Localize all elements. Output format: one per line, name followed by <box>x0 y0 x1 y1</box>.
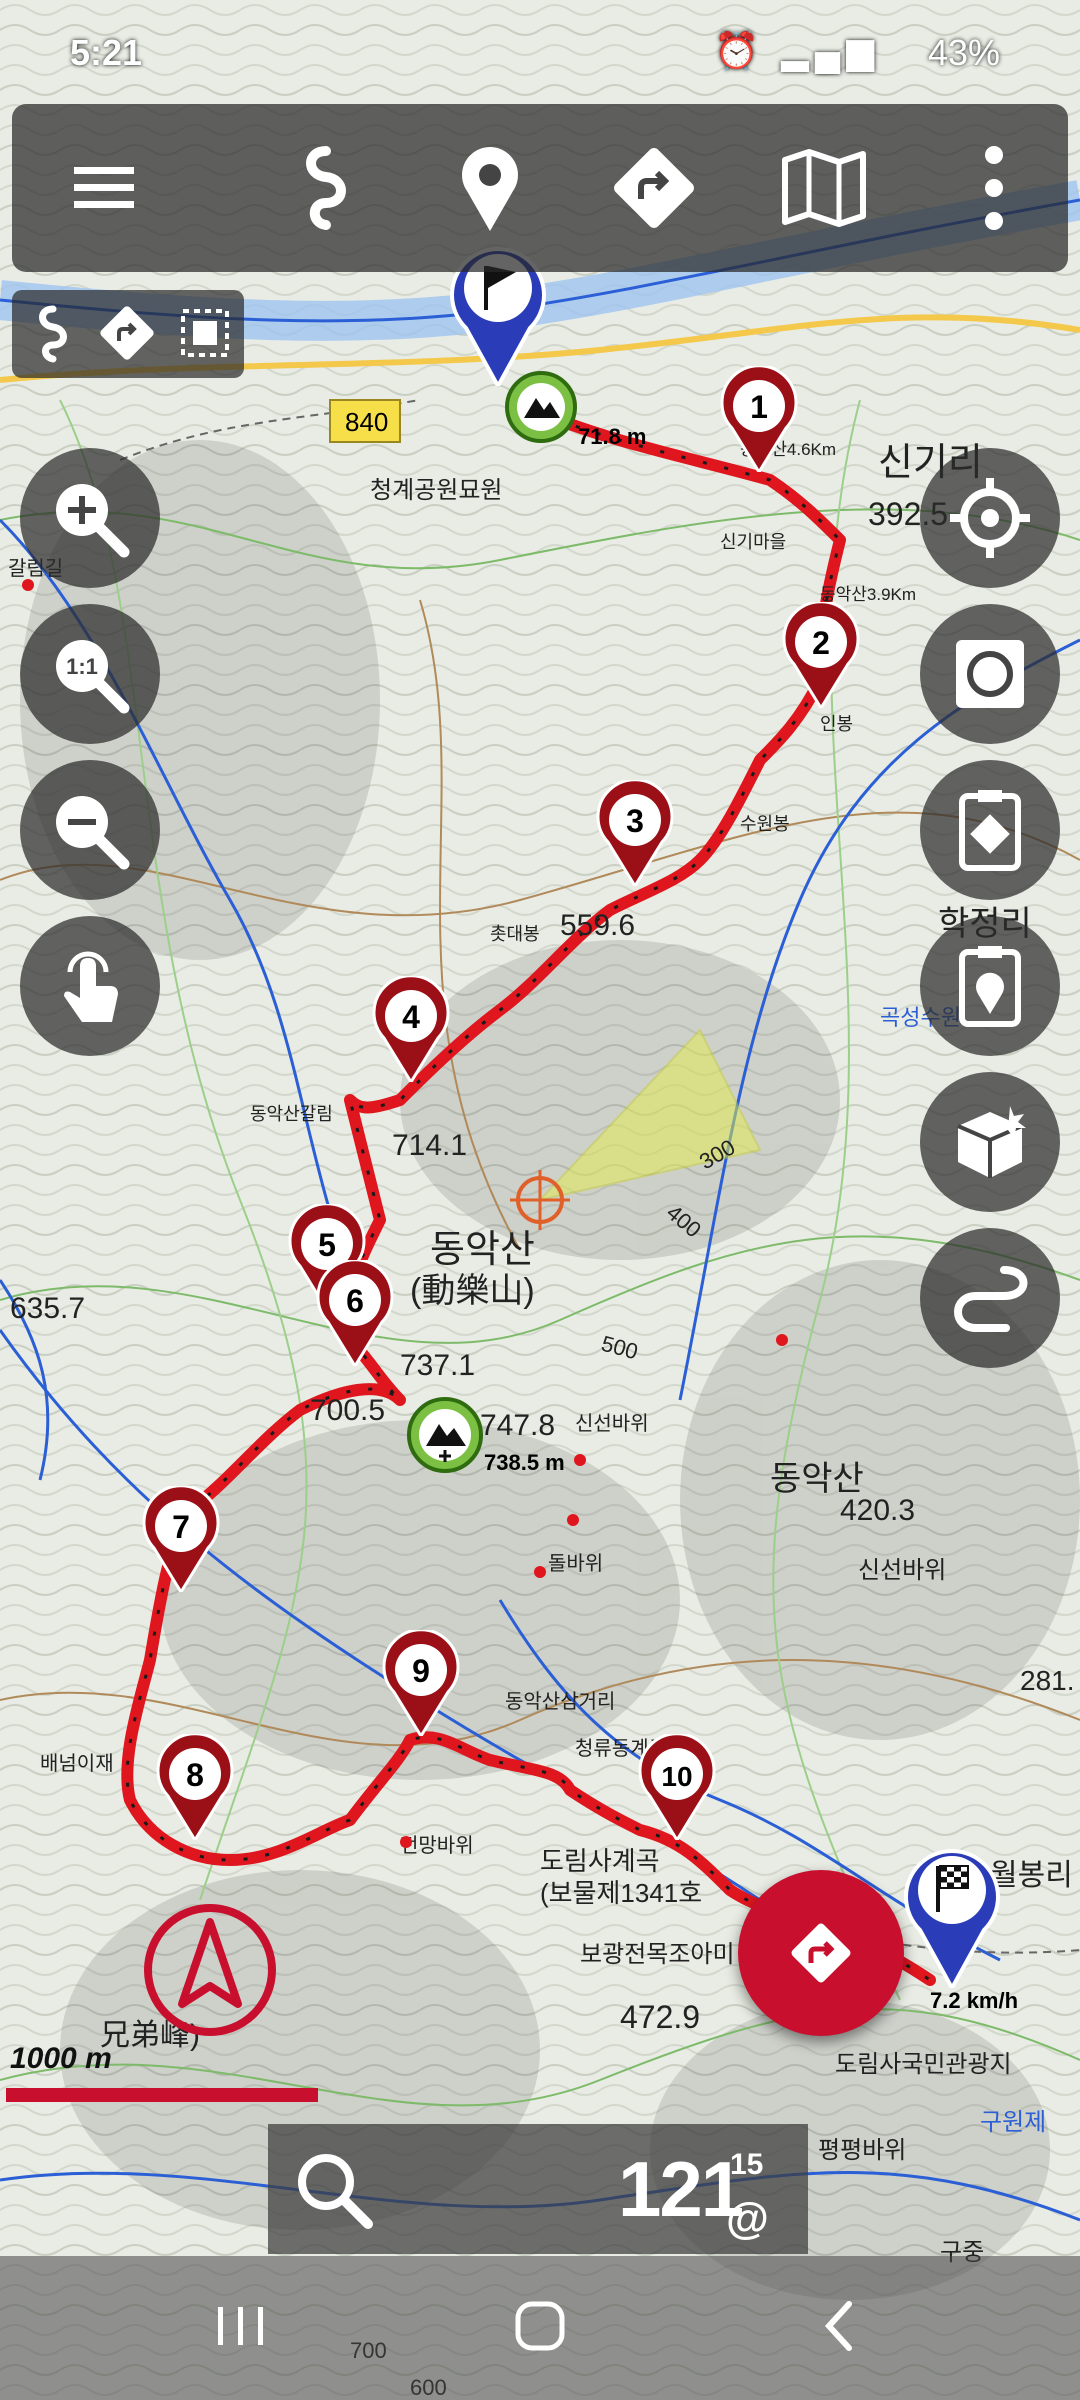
place-label: 월봉리 <box>990 1859 1073 1892</box>
compass-icon[interactable] <box>140 1900 280 2040</box>
info-suffix: @ <box>726 2194 769 2243</box>
directions-icon <box>614 148 694 228</box>
peak-label: 동악산 <box>430 1229 535 1271</box>
elevation-label: 472.9 <box>620 1999 700 2035</box>
elevation-label: 420.3 <box>840 1494 915 1527</box>
place-label: 배넘이재 <box>40 1752 114 1775</box>
route-icon <box>306 146 346 230</box>
place-label: 촛대봉 <box>490 924 540 944</box>
gps-target-icon <box>950 478 1030 558</box>
elevation-label: 747.8 <box>480 1409 555 1442</box>
scale-bar <box>6 2088 318 2102</box>
track-icon <box>39 305 67 363</box>
zoom-1to1-icon: 1:1 <box>56 640 130 714</box>
touch-mode-button[interactable] <box>20 916 160 1056</box>
place-label: 신선바위 <box>575 1412 649 1435</box>
directions-button[interactable] <box>590 124 718 252</box>
home-icon <box>515 2301 565 2351</box>
select-area-button[interactable] <box>170 298 240 368</box>
place-label: 돌바위 <box>548 1552 603 1575</box>
place-label: 인봉 <box>820 714 853 734</box>
place-label: 동악산삼거리 <box>505 1690 615 1713</box>
elevation-label: 559.6 <box>560 909 635 942</box>
record-button[interactable] <box>920 604 1060 744</box>
place-label: 전망바위 <box>400 1834 474 1857</box>
zoom-out-icon <box>56 796 130 870</box>
place-label: 도림사국민관광지 <box>835 2051 1012 2078</box>
pin-icon <box>462 147 518 231</box>
scale-label: 1000 m <box>10 2042 112 2075</box>
box-icon <box>957 1106 1026 1178</box>
clock: 5:21 <box>70 32 143 73</box>
elevation-label: 281. <box>1020 1665 1075 1696</box>
place-label: 평평바위 <box>818 2137 906 2164</box>
elevation-label: 714.1 <box>392 1129 467 1162</box>
recent-apps-icon <box>218 2307 263 2345</box>
search-icon[interactable] <box>286 2142 386 2242</box>
directions-icon <box>100 306 154 360</box>
box-button[interactable] <box>920 1072 1060 1212</box>
place-label: 청계공원묘원 <box>370 477 502 504</box>
status-icons: ⏰ ▂▄▆ <box>714 30 880 71</box>
place-label: 보광전목조아미 <box>580 1941 735 1968</box>
system-nav-bar <box>0 2256 1080 2400</box>
place-label: 신선바위 <box>858 1557 946 1584</box>
elevation-label: 635.7 <box>10 1292 85 1325</box>
directions-icon <box>791 1923 851 1983</box>
track-curve-button[interactable] <box>920 1228 1060 1368</box>
navigate-fab[interactable] <box>738 1870 904 2036</box>
peak-label: 동악산 <box>770 1460 864 1498</box>
elevation-label: 737.1 <box>400 1349 475 1382</box>
clipboard-pin-button[interactable] <box>920 916 1060 1056</box>
record-icon <box>956 640 1024 708</box>
pin-button[interactable] <box>426 124 554 252</box>
more-icon <box>985 146 1003 230</box>
place-label: 신기마을 <box>720 532 786 552</box>
map-icon <box>782 149 866 227</box>
clipboard-directions-icon <box>959 790 1021 871</box>
status-bar: 5:21 ⏰ ▂▄▆ 43% <box>0 0 1080 100</box>
bottom-info-panel: 121 15 @ <box>268 2124 808 2254</box>
svg-text:1:1: 1:1 <box>66 654 98 679</box>
clipboard-directions-button[interactable] <box>920 760 1060 900</box>
home-button[interactable] <box>470 2276 610 2376</box>
sub-directions-button[interactable] <box>92 298 162 368</box>
peak-label: (動樂山) <box>410 1272 535 1310</box>
place-label: 도림사계곡 <box>540 1846 660 1876</box>
track-button[interactable] <box>18 298 88 368</box>
place-label: 청류동계곡 <box>575 1737 667 1760</box>
sub-toolbar <box>12 290 244 378</box>
recent-apps-button[interactable] <box>170 2276 310 2376</box>
touch-icon <box>64 951 118 1022</box>
elevation-label: 700.5 <box>310 1394 385 1427</box>
info-superscript: 15 <box>730 2148 764 2181</box>
place-label: 동악산4.6Km <box>740 440 836 459</box>
track-curve-icon <box>954 1266 1028 1332</box>
zoom-in-icon <box>56 484 130 558</box>
place-label: 수원봉 <box>740 814 790 834</box>
place-label: 동악산갈림 <box>250 1104 333 1124</box>
zoom-out-button[interactable] <box>20 760 160 900</box>
more-button[interactable] <box>930 124 1058 252</box>
route-button[interactable] <box>262 124 390 252</box>
place-label: (보물제1341호 <box>540 1878 702 1908</box>
zoom-1to1-button[interactable]: 1:1 <box>20 604 160 744</box>
menu-button[interactable] <box>40 124 168 252</box>
back-icon <box>824 2301 852 2351</box>
clipboard-pin-icon <box>959 946 1021 1027</box>
map-button[interactable] <box>760 124 888 252</box>
menu-icon <box>74 167 134 208</box>
gps-target-button[interactable] <box>920 448 1060 588</box>
select-area-icon <box>181 309 229 357</box>
place-label: 동악산3.9Km <box>820 585 916 604</box>
zoom-in-button[interactable] <box>20 448 160 588</box>
top-toolbar <box>12 104 1068 272</box>
place-label: 구원제 <box>980 2109 1046 2136</box>
back-button[interactable] <box>770 2276 910 2376</box>
battery-level: 43% <box>927 32 1000 73</box>
info-value: 121 <box>618 2145 744 2233</box>
road-sign: 840 <box>345 407 388 437</box>
